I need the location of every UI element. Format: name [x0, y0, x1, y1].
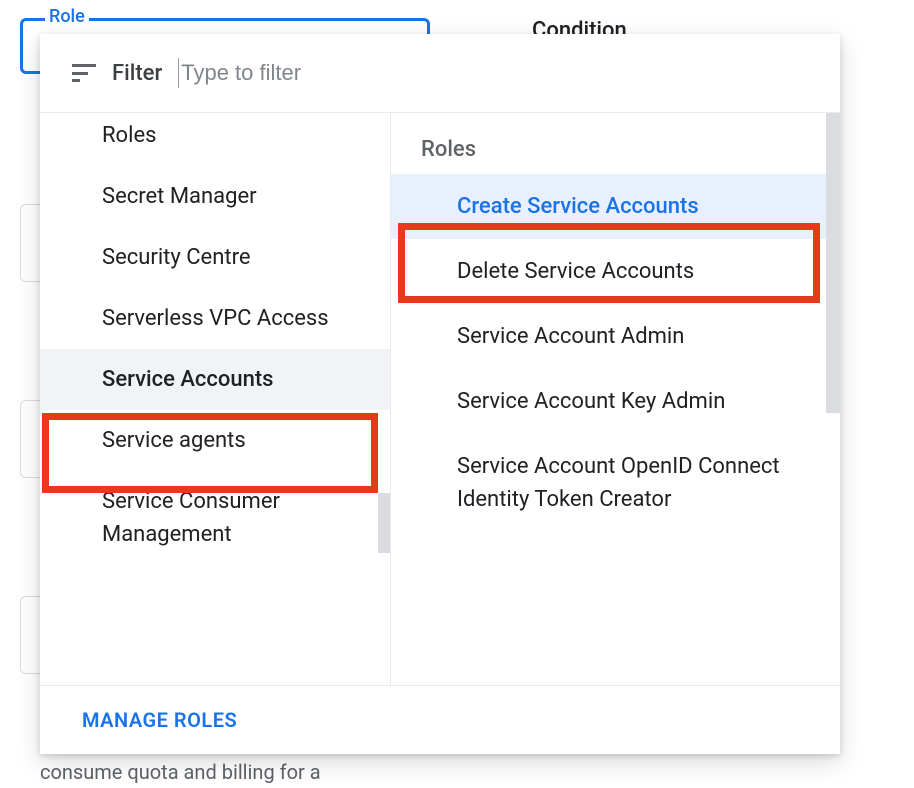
roles-header: Roles — [391, 137, 840, 174]
partial-field-border — [20, 204, 40, 282]
category-item-roles[interactable]: Roles — [40, 119, 390, 166]
filter-input[interactable] — [178, 58, 808, 88]
role-item-service-account-admin[interactable]: Service Account Admin — [391, 304, 840, 369]
role-field-label: Role — [45, 6, 89, 27]
filter-bar: Filter — [40, 34, 840, 113]
category-item-service-agents[interactable]: Service agents — [40, 410, 390, 471]
role-item-openid-creator[interactable]: Service Account OpenID Connect Identity … — [391, 434, 840, 532]
footer-bar: MANAGE ROLES — [40, 686, 840, 754]
category-item-security-centre[interactable]: Security Centre — [40, 227, 390, 288]
scrollbar-thumb[interactable] — [378, 493, 390, 553]
partial-field-border — [20, 400, 40, 478]
category-item-service-consumer[interactable]: Service Consumer Management — [40, 471, 390, 565]
roles-panel[interactable]: Roles Create Service Accounts Delete Ser… — [390, 113, 840, 685]
category-item-secret-manager[interactable]: Secret Manager — [40, 166, 390, 227]
category-item-serverless-vpc[interactable]: Serverless VPC Access — [40, 288, 390, 349]
panels-container: Roles Secret Manager Security Centre Ser… — [40, 113, 840, 686]
filter-icon — [72, 64, 96, 82]
categories-panel[interactable]: Roles Secret Manager Security Centre Ser… — [40, 113, 390, 685]
role-item-service-account-key-admin[interactable]: Service Account Key Admin — [391, 369, 840, 434]
role-item-delete-service-accounts[interactable]: Delete Service Accounts — [391, 239, 840, 304]
filter-label: Filter — [112, 61, 162, 86]
scrollbar-thumb[interactable] — [826, 113, 840, 413]
role-selector-dropdown: Filter Roles Secret Manager Security Cen… — [40, 34, 840, 754]
role-item-create-service-accounts[interactable]: Create Service Accounts — [391, 174, 840, 239]
manage-roles-link[interactable]: MANAGE ROLES — [82, 708, 237, 732]
partial-field-border — [20, 596, 40, 674]
category-item-service-accounts[interactable]: Service Accounts — [40, 349, 390, 410]
background-description-text: consume quota and billing for a — [40, 760, 321, 784]
